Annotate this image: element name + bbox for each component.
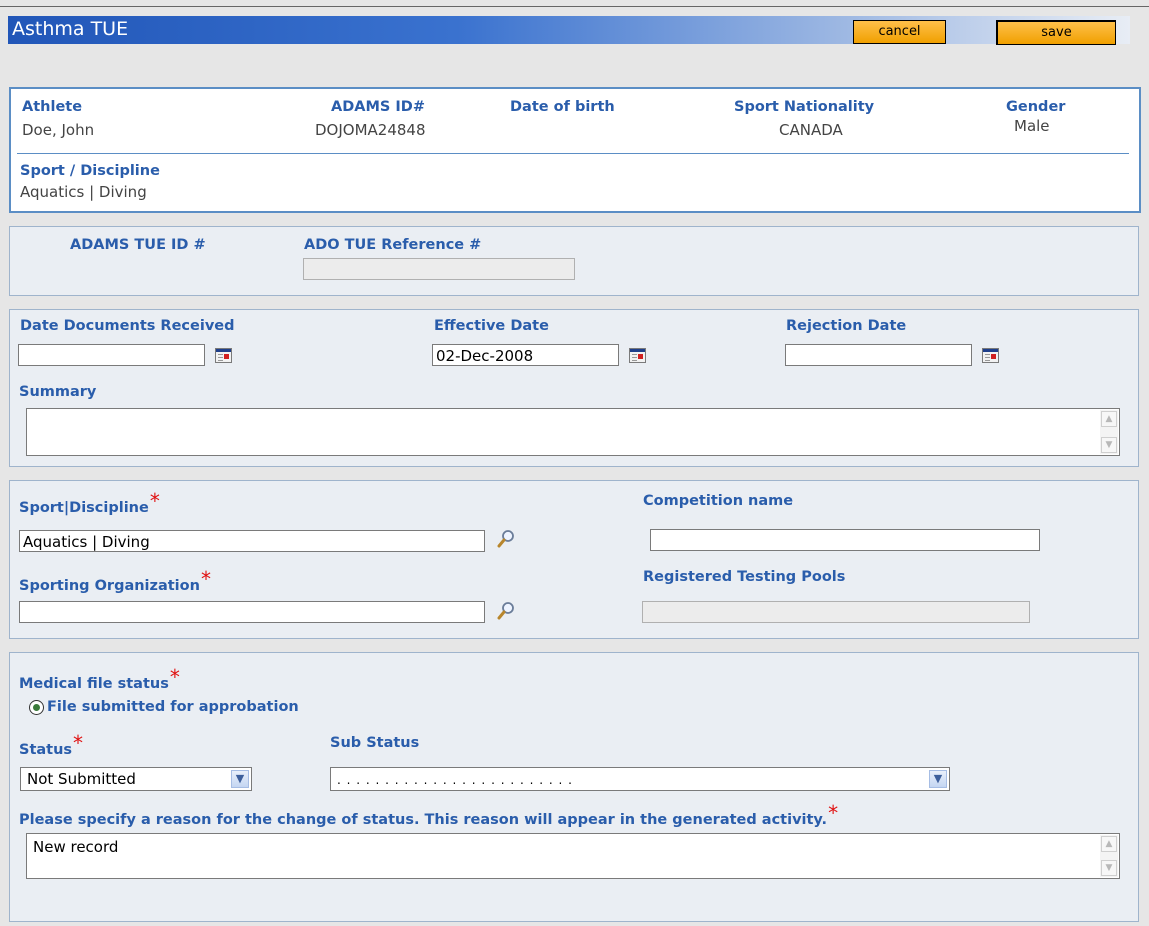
scroll-up-arrow[interactable]: ▲ — [1101, 411, 1117, 427]
competition-panel: Sport|Discipline* Aquatics | Diving Comp… — [9, 480, 1139, 639]
adams-tue-id-label: ADAMS TUE ID # — [70, 237, 206, 253]
gender-value: Male — [1014, 117, 1050, 135]
competition-name-input[interactable] — [650, 529, 1040, 551]
file-submitted-radio[interactable] — [29, 700, 44, 715]
magnifier-icon[interactable] — [496, 601, 516, 621]
scroll-up-arrow[interactable]: ▲ — [1101, 836, 1117, 852]
rejection-date-label: Rejection Date — [786, 318, 907, 334]
required-asterisk: * — [149, 489, 160, 513]
athlete-value: Doe, John — [22, 121, 95, 139]
sub-status-label: Sub Status — [330, 735, 420, 751]
athlete-info-divider — [17, 153, 1129, 154]
reason-textarea[interactable]: New record ▲ ▼ — [26, 833, 1120, 879]
sporting-org-input[interactable] — [19, 601, 485, 623]
status-select[interactable]: Not Submitted ▼ — [20, 767, 252, 791]
calendar-icon[interactable] — [215, 348, 232, 363]
calendar-icon[interactable] — [629, 348, 646, 363]
page-title: Asthma TUE — [12, 18, 129, 40]
window-top-border — [0, 6, 1149, 7]
scroll-down-arrow[interactable]: ▼ — [1101, 860, 1117, 876]
chevron-down-icon[interactable]: ▼ — [231, 770, 249, 788]
adams-id-label: ADAMS ID# — [331, 99, 425, 115]
athlete-label: Athlete — [22, 99, 83, 115]
ado-tue-ref-label: ADO TUE Reference # — [304, 237, 482, 253]
sporting-org-label: Sporting Organization* — [19, 567, 211, 594]
calendar-icon[interactable] — [982, 348, 999, 363]
file-submitted-radio-label[interactable]: File submitted for approbation — [47, 699, 299, 715]
sport-discipline-input[interactable]: Aquatics | Diving — [19, 530, 485, 552]
summary-label: Summary — [19, 384, 97, 400]
status-selected-value: Not Submitted — [27, 770, 136, 788]
reason-text: New record — [33, 838, 119, 856]
required-asterisk: * — [169, 665, 180, 689]
cancel-button[interactable]: cancel — [853, 20, 946, 44]
save-button[interactable]: save — [996, 20, 1116, 45]
sport-discipline-field-label: Sport|Discipline* — [19, 489, 160, 516]
summary-textarea[interactable]: ▲ ▼ — [26, 408, 1120, 456]
effective-date-input[interactable]: 02-Dec-2008 — [432, 344, 619, 366]
adams-id-value: DOJOMA24848 — [315, 121, 426, 139]
rtp-label: Registered Testing Pools — [643, 569, 846, 585]
sub-status-select[interactable]: . . . . . . . . . . . . . . . . . . . . … — [330, 767, 950, 791]
required-asterisk: * — [200, 567, 211, 591]
magnifier-icon[interactable] — [496, 529, 516, 549]
sport-nationality-value: CANADA — [779, 121, 843, 139]
summary-scrollbar[interactable]: ▲ ▼ — [1100, 410, 1118, 454]
date-docs-received-input[interactable] — [18, 344, 205, 366]
scroll-down-arrow[interactable]: ▼ — [1101, 437, 1117, 453]
athlete-info-panel: Athlete Doe, John ADAMS ID# DOJOMA24848 … — [9, 87, 1141, 213]
sport-nationality-label: Sport Nationality — [734, 99, 875, 115]
sport-discipline-label: Sport / Discipline — [20, 163, 160, 179]
sport-discipline-value: Aquatics | Diving — [20, 183, 147, 201]
rejection-date-input[interactable] — [785, 344, 972, 366]
gender-label: Gender — [1006, 99, 1066, 115]
medical-panel: Medical file status* File submitted for … — [9, 652, 1139, 922]
date-docs-received-label: Date Documents Received — [20, 318, 235, 334]
status-label: Status* — [19, 731, 84, 758]
competition-name-label: Competition name — [643, 493, 794, 509]
required-asterisk: * — [828, 801, 839, 825]
dates-panel: Date Documents Received Effective Date 0… — [9, 309, 1139, 467]
dob-label: Date of birth — [510, 99, 615, 115]
app-window: Asthma TUE cancel save Athlete Doe, John… — [0, 0, 1149, 926]
tue-ids-panel: ADAMS TUE ID # ADO TUE Reference # — [9, 226, 1139, 296]
required-asterisk: * — [73, 731, 84, 755]
chevron-down-icon[interactable]: ▼ — [929, 770, 947, 788]
reason-label: Please specify a reason for the change o… — [19, 801, 839, 828]
reason-scrollbar[interactable]: ▲ ▼ — [1100, 835, 1118, 877]
title-bar: Asthma TUE — [8, 16, 1130, 44]
medical-file-status-label: Medical file status* — [19, 665, 180, 692]
rtp-input[interactable] — [642, 601, 1030, 623]
sub-status-selected-value: . . . . . . . . . . . . . . . . . . . . … — [337, 773, 573, 787]
effective-date-label: Effective Date — [434, 318, 549, 334]
ado-tue-ref-input[interactable] — [303, 258, 575, 280]
